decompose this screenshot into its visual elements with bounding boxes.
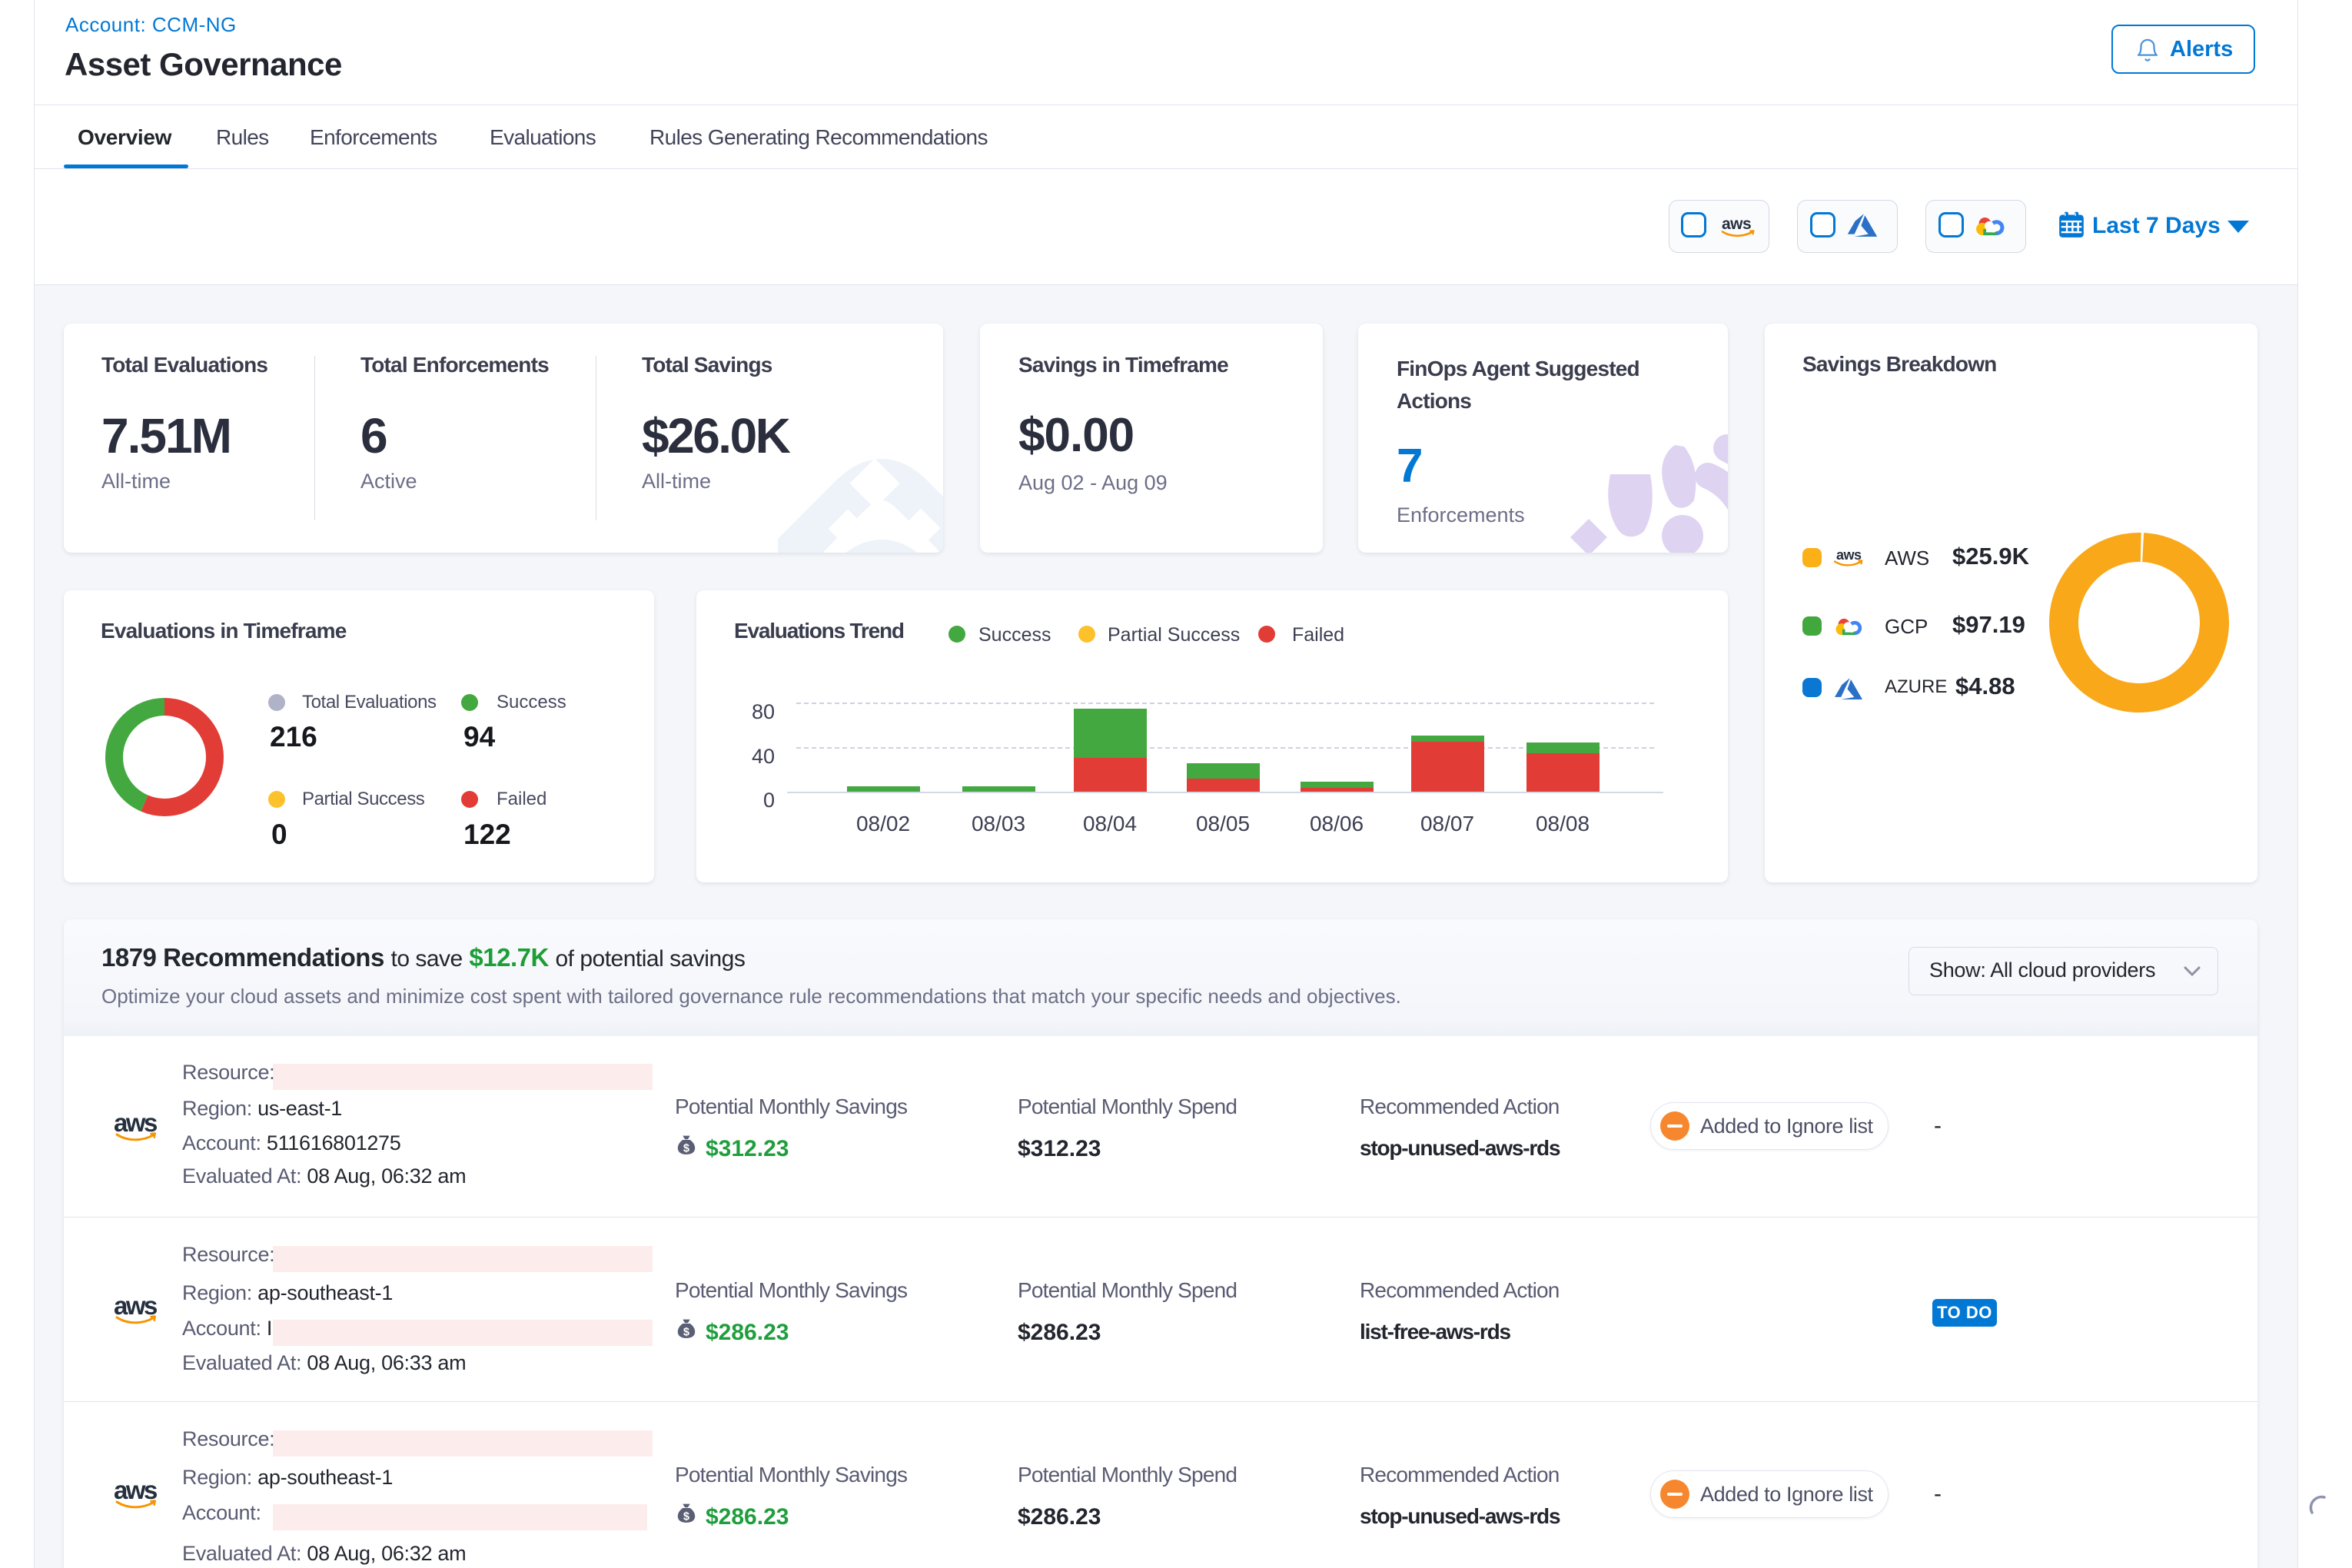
svg-text:aws: aws	[1836, 547, 1862, 563]
svg-text:$: $	[683, 1143, 689, 1155]
svg-text:aws: aws	[114, 1478, 157, 1504]
svg-text:$: $	[683, 1327, 689, 1339]
svg-text:aws: aws	[114, 1111, 157, 1137]
svg-text:$: $	[683, 1511, 689, 1523]
svg-text:aws: aws	[114, 1294, 157, 1320]
svg-text:aws: aws	[1722, 215, 1751, 233]
